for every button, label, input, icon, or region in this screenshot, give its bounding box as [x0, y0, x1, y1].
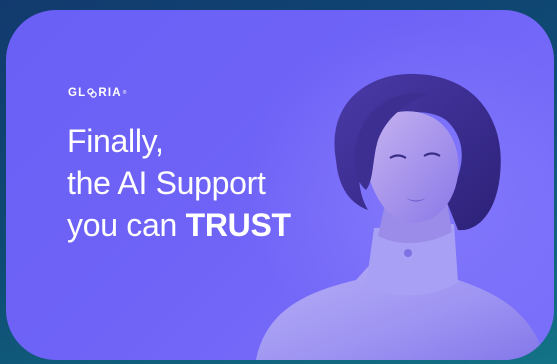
promo-card: GL RIA ® Finally, the AI Support you can… — [6, 10, 554, 360]
gloria-logo: GL RIA ® — [68, 87, 128, 99]
gloria-o-knot-icon — [87, 88, 98, 98]
headline-line-1: Finally, — [67, 123, 164, 159]
logo-text-prefix: GL — [68, 87, 87, 99]
logo-text-suffix: RIA — [98, 87, 122, 99]
headline-line-3: you can TRUST — [67, 204, 291, 246]
headline-line-2: the AI Support — [67, 165, 266, 201]
trademark-symbol: ® — [122, 90, 128, 96]
headline-emphasis: TRUST — [185, 207, 291, 243]
headline: Finally, the AI Support you can TRUST — [67, 120, 291, 246]
headline-line-3-prefix: you can — [67, 207, 186, 243]
collar-button — [404, 249, 412, 257]
